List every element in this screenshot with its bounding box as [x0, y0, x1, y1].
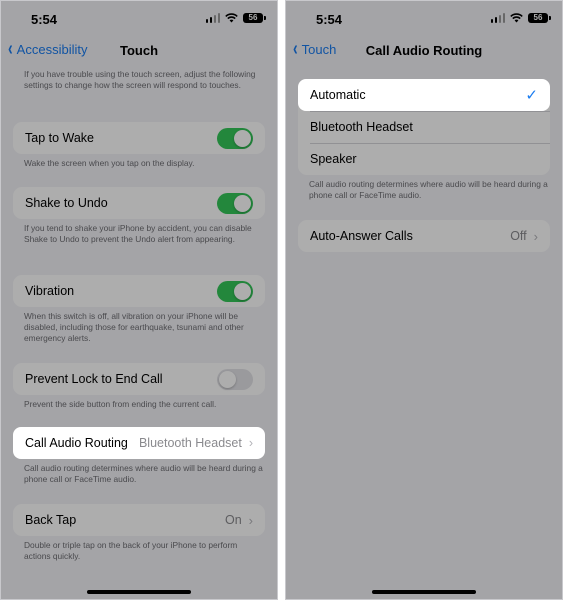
option-label: Bluetooth Headset [310, 120, 413, 134]
call-audio-routing-value: Bluetooth Headset [138, 436, 242, 450]
vibration-row: Vibration [13, 275, 265, 307]
tap-to-wake-label: Tap to Wake [25, 131, 95, 145]
call-audio-routing-label: Call Audio Routing [25, 436, 128, 450]
shake-to-undo-label: Shake to Undo [25, 196, 108, 210]
status-icons: 56 [490, 13, 551, 23]
option-label: Speaker [310, 152, 357, 166]
shake-to-undo-row: Shake to Undo [13, 187, 265, 219]
option-bluetooth-headset[interactable]: Bluetooth Headset [298, 111, 550, 143]
status-icons: 56 [205, 13, 266, 23]
wifi-icon [510, 13, 523, 23]
prevent-lock-label: Prevent Lock to End Call [25, 372, 163, 386]
tap-to-wake-toggle[interactable] [217, 127, 253, 149]
battery-icon: 56 [528, 13, 551, 23]
tap-to-wake-group: Tap to Wake [13, 122, 265, 154]
vibration-label: Vibration [25, 284, 75, 298]
back-tap-row[interactable]: Back Tap On › [13, 504, 265, 536]
prevent-lock-toggle[interactable] [217, 368, 253, 390]
back-tap-group: Back Tap On › [13, 504, 265, 536]
status-bar: 5:54 56 [1, 1, 277, 37]
shake-to-undo-footer: If you tend to shake your iPhone by acci… [24, 223, 252, 245]
call-audio-routing-screen: 5:54 56 ‹ Touch Call Audio Routing Bluet… [285, 0, 563, 600]
back-tap-footer: Double or triple tap on the back of your… [24, 540, 238, 562]
auto-answer-label: Auto-Answer Calls [310, 229, 413, 243]
vibration-toggle[interactable] [217, 280, 253, 302]
touch-settings-screen: 5:54 56 ‹ Accessibility Touch If you hav… [0, 0, 278, 600]
home-indicator [372, 590, 476, 594]
status-time: 5:54 [316, 12, 343, 27]
chevron-right-icon: › [248, 436, 253, 450]
tap-to-wake-footer: Wake the screen when you tap on the disp… [24, 158, 195, 168]
vibration-group: Vibration [13, 275, 265, 307]
status-bar: 5:54 56 [286, 1, 562, 37]
option-automatic[interactable]: Automatic ✓ [298, 79, 550, 111]
cellular-signal-icon [490, 13, 505, 23]
nav-bar: ‹ Touch Call Audio Routing [286, 37, 562, 65]
routing-footer: Call audio routing determines where audi… [309, 179, 548, 201]
back-button[interactable]: ‹ Touch [292, 38, 337, 60]
call-audio-routing-row[interactable]: Call Audio Routing Bluetooth Headset › [13, 427, 265, 459]
shake-to-undo-group: Shake to Undo [13, 187, 265, 219]
prevent-lock-footer: Prevent the side button from ending the … [24, 399, 217, 409]
option-speaker[interactable]: Speaker [298, 143, 550, 175]
prevent-lock-group: Prevent Lock to End Call [13, 363, 265, 395]
status-time: 5:54 [31, 12, 58, 27]
chevron-left-icon: ‹ [293, 38, 298, 60]
battery-icon: 56 [243, 13, 266, 23]
tap-to-wake-row: Tap to Wake [13, 122, 265, 154]
back-tap-value: On [224, 513, 242, 527]
chevron-right-icon: › [248, 512, 253, 528]
back-button[interactable]: ‹ Accessibility [7, 38, 88, 60]
back-label: Accessibility [16, 41, 88, 57]
chevron-left-icon: ‹ [8, 38, 13, 60]
cellular-signal-icon [205, 13, 220, 23]
wifi-icon [225, 13, 238, 23]
checkmark-icon: ✓ [525, 87, 538, 104]
call-audio-routing-footer: Call audio routing determines where audi… [24, 463, 263, 485]
option-label: Automatic [310, 88, 366, 102]
chevron-right-icon: › [533, 228, 538, 244]
home-indicator [87, 590, 191, 594]
shake-to-undo-toggle[interactable] [217, 192, 253, 214]
intro-text: If you have trouble using the touch scre… [24, 69, 256, 91]
back-label: Touch [301, 41, 337, 57]
back-tap-label: Back Tap [25, 513, 77, 527]
nav-bar: ‹ Accessibility Touch [1, 37, 277, 65]
prevent-lock-row: Prevent Lock to End Call [13, 363, 265, 395]
auto-answer-group: Auto-Answer Calls Off › [298, 220, 550, 252]
auto-answer-row[interactable]: Auto-Answer Calls Off › [298, 220, 550, 252]
vibration-footer: When this switch is off, all vibration o… [24, 311, 244, 344]
auto-answer-value: Off [510, 229, 527, 243]
